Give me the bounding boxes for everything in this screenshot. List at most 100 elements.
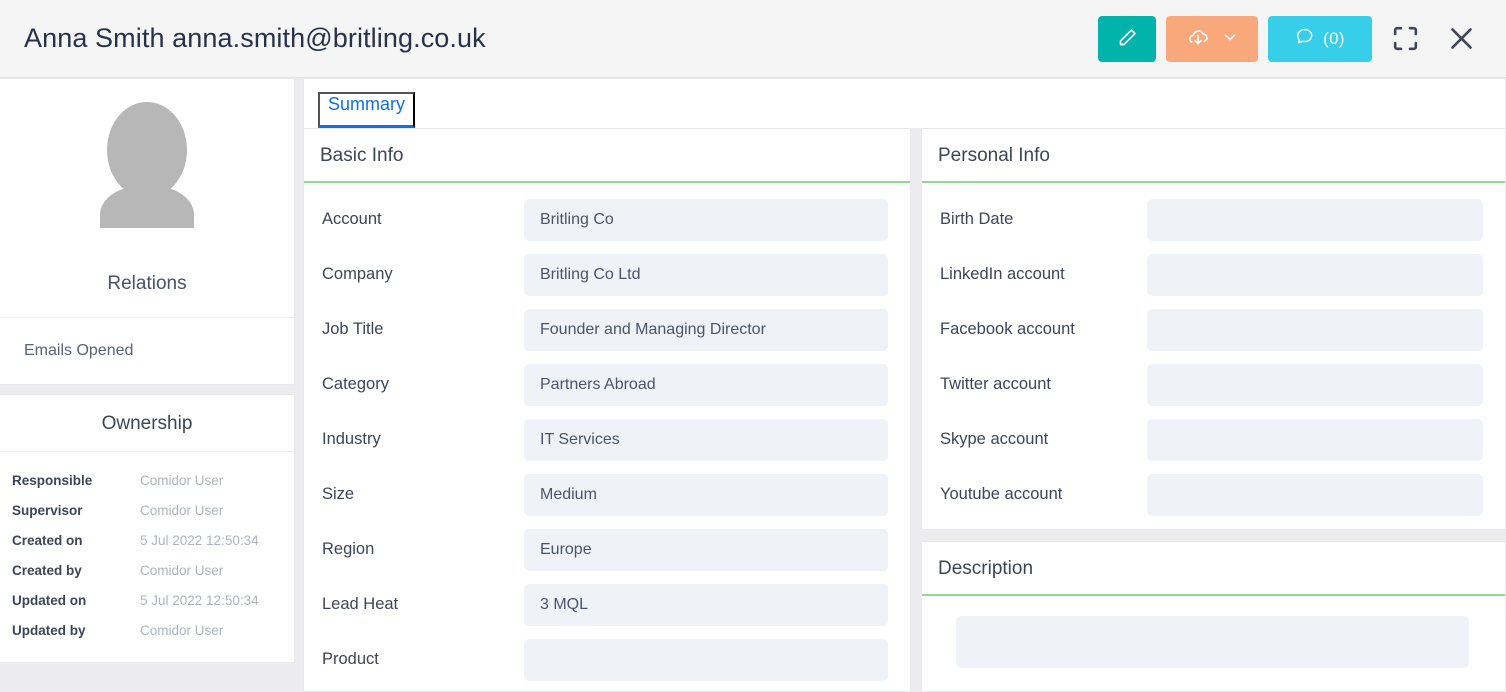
field-label: Industry: [322, 430, 381, 449]
fullscreen-icon: [1390, 23, 1421, 54]
field-lead-heat: Lead Heat 3 MQL: [304, 583, 910, 626]
birth-date-input[interactable]: [1147, 198, 1483, 241]
field-value: 5 Jul 2022 12:50:34: [140, 593, 259, 608]
field-label: Created on: [12, 533, 83, 548]
industry-input[interactable]: IT Services: [524, 418, 888, 461]
field-label: Job Title: [322, 320, 384, 339]
table-row: Updated on 5 Jul 2022 12:50:34: [0, 586, 294, 616]
table-row: Updated by Comidor User: [0, 616, 294, 646]
field-label: Category: [322, 375, 389, 394]
field-label: Account: [322, 210, 382, 229]
profile-card: Relations Emails Opened: [0, 78, 295, 385]
personal-info-column: Personal Info Birth Date LinkedIn accoun…: [921, 127, 1506, 692]
field-label: Product: [322, 650, 379, 669]
field-label: Facebook account: [940, 320, 1075, 339]
download-button[interactable]: [1166, 15, 1258, 62]
edit-button[interactable]: [1098, 15, 1156, 62]
chevron-down-icon[interactable]: [1222, 29, 1238, 48]
panels-area: Basic Info Account Britling Co Company B…: [303, 127, 1506, 692]
product-input[interactable]: [524, 638, 888, 681]
table-row: Responsible Comidor User: [0, 466, 294, 496]
field-label: Skype account: [940, 430, 1049, 449]
relations-list: Emails Opened: [0, 317, 294, 384]
comments-count: (0): [1323, 28, 1345, 48]
company-input[interactable]: Britling Co Ltd: [524, 253, 888, 296]
main-content: Summary Basic Info Account Britling Co C…: [303, 78, 1506, 692]
facebook-account-input[interactable]: [1147, 308, 1483, 351]
pencil-icon: [1117, 27, 1138, 51]
table-row: Supervisor Comidor User: [0, 496, 294, 526]
field-value: Comidor User: [140, 563, 224, 578]
field-label: Youtube account: [940, 485, 1063, 504]
field-size: Size Medium: [304, 473, 910, 516]
field-twitter: Twitter account: [922, 363, 1505, 406]
comment-bubble-icon: [1295, 26, 1315, 51]
twitter-account-input[interactable]: [1147, 363, 1483, 406]
basic-info-fields: Account Britling Co Company Britling Co …: [304, 183, 910, 691]
field-label: Company: [322, 265, 393, 284]
field-label: Created by: [12, 563, 82, 578]
field-skype: Skype account: [922, 418, 1505, 461]
field-job-title: Job Title Founder and Managing Director: [304, 308, 910, 351]
job-title-input[interactable]: Founder and Managing Director: [524, 308, 888, 351]
header-actions: (0): [1098, 15, 1484, 62]
personal-info-title: Personal Info: [922, 129, 1505, 183]
tab-summary[interactable]: Summary: [318, 91, 416, 128]
relations-title: Relations: [107, 273, 187, 294]
avatar: [71, 97, 223, 249]
basic-info-panel: Basic Info Account Britling Co Company B…: [303, 127, 911, 692]
field-account: Account Britling Co: [304, 198, 910, 241]
table-row: Created on 5 Jul 2022 12:50:34: [0, 526, 294, 556]
field-value: Comidor User: [140, 503, 224, 518]
field-linkedin: LinkedIn account: [922, 253, 1505, 296]
field-label: Size: [322, 485, 355, 504]
comments-button[interactable]: (0): [1268, 15, 1372, 62]
youtube-account-input[interactable]: [1147, 473, 1483, 516]
close-button[interactable]: [1438, 16, 1484, 62]
tab-bar: Summary: [303, 78, 1506, 128]
lead-heat-input[interactable]: 3 MQL: [524, 583, 888, 626]
ownership-title: Ownership: [101, 413, 193, 434]
fullscreen-button[interactable]: [1382, 16, 1428, 62]
account-input[interactable]: Britling Co: [524, 198, 888, 241]
description-panel: Description: [921, 540, 1506, 692]
basic-info-column: Basic Info Account Britling Co Company B…: [303, 127, 911, 692]
field-company: Company Britling Co Ltd: [304, 253, 910, 296]
field-label: Responsible: [12, 473, 93, 488]
close-icon: [1446, 23, 1477, 54]
list-item[interactable]: Emails Opened: [24, 340, 294, 362]
description-title: Description: [922, 542, 1505, 596]
window-header: Anna Smith anna.smith@britling.co.uk (0): [0, 0, 1506, 78]
field-label: Region: [322, 540, 375, 559]
cloud-download-icon: [1186, 25, 1210, 52]
field-value: Comidor User: [140, 623, 224, 638]
field-label: Lead Heat: [322, 595, 399, 614]
field-region: Region Europe: [304, 528, 910, 571]
page-title: Anna Smith anna.smith@britling.co.uk: [24, 23, 486, 53]
field-product: Product: [304, 638, 910, 681]
field-label: Updated by: [12, 623, 86, 638]
linkedin-account-input[interactable]: [1147, 253, 1483, 296]
skype-account-input[interactable]: [1147, 418, 1483, 461]
personal-info-fields: Birth Date LinkedIn account Facebook acc…: [922, 183, 1505, 529]
field-label: Supervisor: [12, 503, 83, 518]
field-youtube: Youtube account: [922, 473, 1505, 516]
field-label: Updated on: [12, 593, 87, 608]
field-category: Category Partners Abroad: [304, 363, 910, 406]
field-label: Twitter account: [940, 375, 1051, 394]
field-value: Comidor User: [140, 473, 224, 488]
field-facebook: Facebook account: [922, 308, 1505, 351]
field-industry: Industry IT Services: [304, 418, 910, 461]
size-input[interactable]: Medium: [524, 473, 888, 516]
description-input[interactable]: [956, 615, 1469, 668]
category-input[interactable]: Partners Abroad: [524, 363, 888, 406]
region-input[interactable]: Europe: [524, 528, 888, 571]
field-label: LinkedIn account: [940, 265, 1065, 284]
basic-info-title: Basic Info: [304, 129, 910, 183]
personal-info-panel: Personal Info Birth Date LinkedIn accoun…: [921, 127, 1506, 530]
field-label: Birth Date: [940, 210, 1014, 229]
table-row: Created by Comidor User: [0, 556, 294, 586]
field-birth-date: Birth Date: [922, 198, 1505, 241]
left-sidebar: Relations Emails Opened Ownership Respon…: [0, 78, 295, 663]
ownership-card: Ownership Responsible Comidor User Super…: [0, 394, 295, 663]
